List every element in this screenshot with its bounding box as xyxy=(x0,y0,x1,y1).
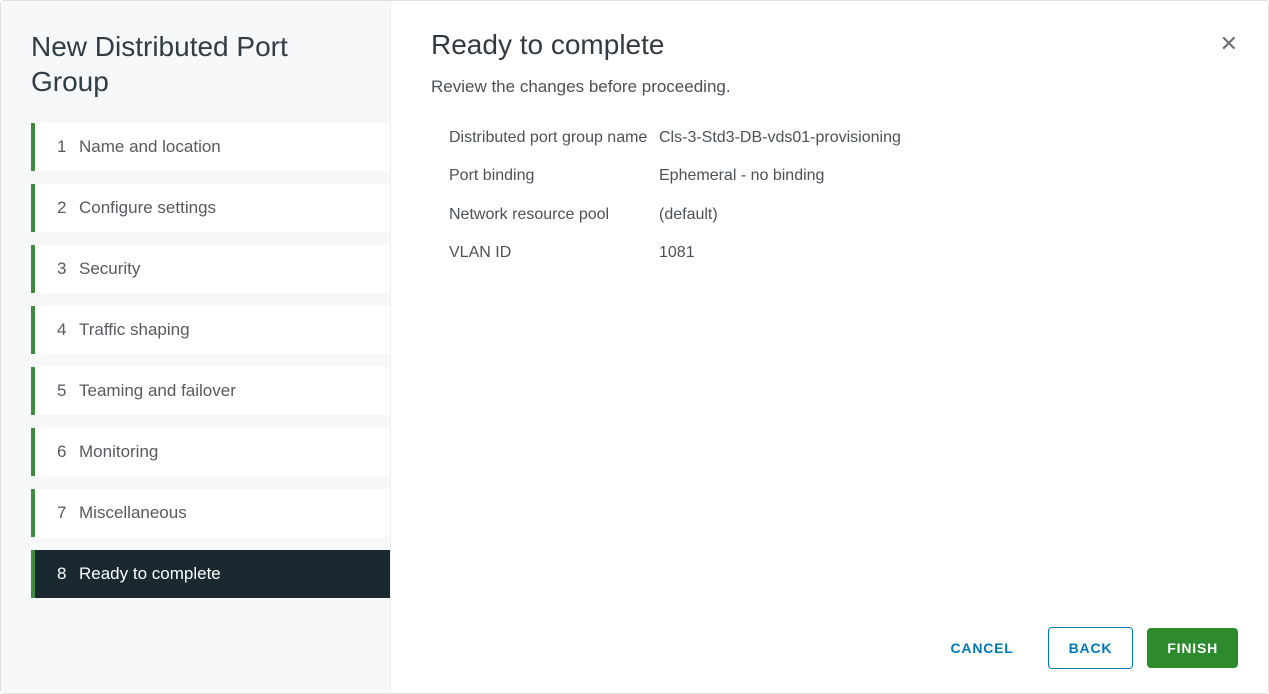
summary-row: VLAN ID1081 xyxy=(449,242,1228,264)
step-label: Security xyxy=(79,259,390,279)
step-label: Ready to complete xyxy=(79,564,390,584)
wizard-step-7[interactable]: 7Miscellaneous xyxy=(31,489,390,537)
step-label: Name and location xyxy=(79,137,390,157)
step-number: 6 xyxy=(57,442,79,462)
new-port-group-dialog: New Distributed Port Group 1Name and loc… xyxy=(0,0,1269,694)
summary-table: Distributed port group nameCls-3-Std3-DB… xyxy=(431,127,1228,281)
summary-label: VLAN ID xyxy=(449,242,659,264)
summary-value: 1081 xyxy=(659,242,1228,264)
step-number: 4 xyxy=(57,320,79,340)
close-icon[interactable]: ✕ xyxy=(1220,33,1238,55)
summary-value: Ephemeral - no binding xyxy=(659,165,1228,187)
summary-value: Cls-3-Std3-DB-vds01-provisioning xyxy=(659,127,1228,149)
wizard-main: ✕ Ready to complete Review the changes b… xyxy=(391,1,1268,693)
page-subtitle: Review the changes before proceeding. xyxy=(431,77,1228,97)
summary-row: Distributed port group nameCls-3-Std3-DB… xyxy=(449,127,1228,149)
step-number: 7 xyxy=(57,503,79,523)
wizard-step-5[interactable]: 5Teaming and failover xyxy=(31,367,390,415)
wizard-step-4[interactable]: 4Traffic shaping xyxy=(31,306,390,354)
step-number: 3 xyxy=(57,259,79,279)
summary-row: Network resource pool(default) xyxy=(449,204,1228,226)
summary-label: Port binding xyxy=(449,165,659,187)
step-number: 5 xyxy=(57,381,79,401)
step-label: Monitoring xyxy=(79,442,390,462)
wizard-steps: 1Name and location 2Configure settings 3Se… xyxy=(1,123,390,598)
wizard-sidebar: New Distributed Port Group 1Name and loc… xyxy=(1,1,391,693)
summary-label: Network resource pool xyxy=(449,204,659,226)
page-title: Ready to complete xyxy=(431,29,1228,61)
wizard-step-2[interactable]: 2Configure settings xyxy=(31,184,390,232)
wizard-title: New Distributed Port Group xyxy=(1,29,390,123)
step-label: Traffic shaping xyxy=(79,320,390,340)
back-button[interactable]: BACK xyxy=(1048,627,1134,669)
finish-button[interactable]: FINISH xyxy=(1147,628,1238,668)
step-label: Teaming and failover xyxy=(79,381,390,401)
step-number: 8 xyxy=(57,564,79,584)
step-number: 2 xyxy=(57,198,79,218)
step-number: 1 xyxy=(57,137,79,157)
step-label: Miscellaneous xyxy=(79,503,390,523)
wizard-step-6[interactable]: 6Monitoring xyxy=(31,428,390,476)
summary-label: Distributed port group name xyxy=(449,127,659,149)
step-label: Configure settings xyxy=(79,198,390,218)
wizard-step-1[interactable]: 1Name and location xyxy=(31,123,390,171)
summary-row: Port bindingEphemeral - no binding xyxy=(449,165,1228,187)
cancel-button[interactable]: CANCEL xyxy=(931,628,1034,668)
wizard-footer: CANCEL BACK FINISH xyxy=(931,627,1239,669)
summary-value: (default) xyxy=(659,204,1228,226)
wizard-step-3[interactable]: 3Security xyxy=(31,245,390,293)
wizard-step-8[interactable]: 8Ready to complete xyxy=(31,550,390,598)
